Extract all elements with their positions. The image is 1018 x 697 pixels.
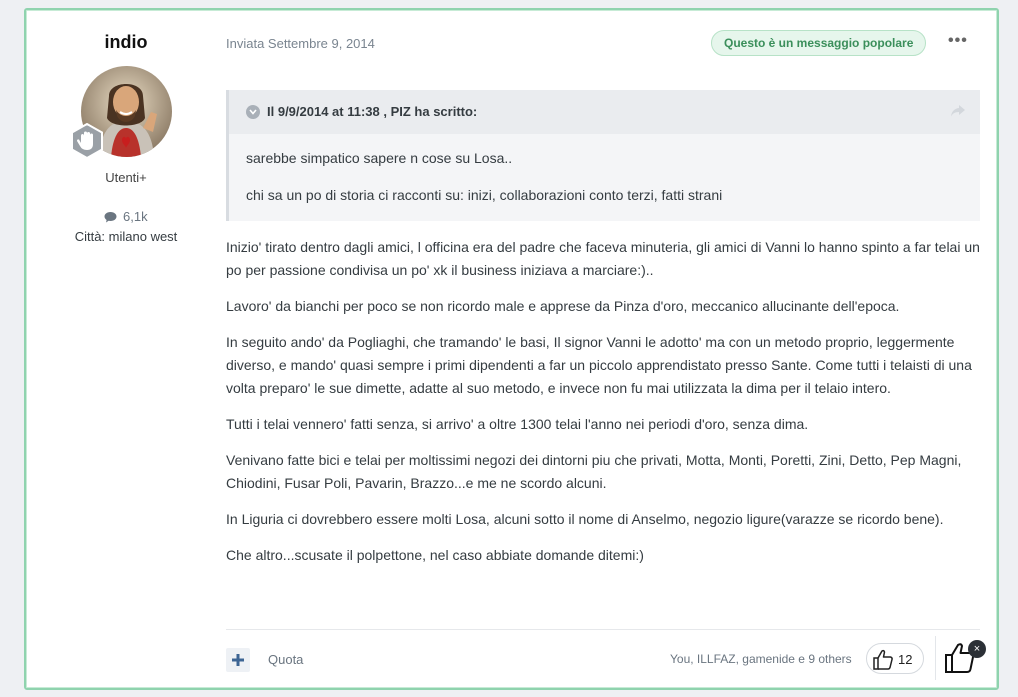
rank-badge-icon [69,122,105,160]
thumbs-up-icon [873,649,893,670]
post-paragraph: Tutti i telai vennero' fatti senza, si a… [226,416,809,432]
quote-header: Il 9/9/2014 at 11:38 , PIZ ha scritto: [229,90,980,134]
post-paragraph: Lavoro' da bianchi per poco se non ricor… [226,298,900,314]
forum-post: indio Utenti+ 6,1k Città: milano west In… [24,8,999,690]
post-paragraph: Venivano fatte bici e telai per moltissi… [226,452,962,491]
quote-button[interactable]: Quota [268,652,303,667]
quote-paragraph: sarebbe simpatico sapere n cose su Losa.… [246,150,513,166]
multiquote-button[interactable] [226,648,250,672]
post-paragraph: Inizio' tirato dentro dagli amici, l off… [226,239,980,278]
popular-badge: Questo è un messaggio popolare [711,30,927,56]
post-paragraph: In seguito ando' da Pogliaghi, che trama… [226,334,972,396]
share-arrow-icon[interactable] [950,104,966,118]
reactors-list[interactable]: You, ILLFAZ, gamenide e 9 others [670,652,852,666]
reaction-divider [935,636,936,680]
footer-divider [226,629,980,630]
author-name[interactable]: indio [26,32,226,53]
post-paragraph: In Liguria ci dovrebbero essere molti Lo… [226,511,944,527]
quote-paragraph: chi sa un po di storia ci racconti su: i… [246,187,723,203]
reaction-count: 12 [898,652,913,667]
more-options-button[interactable]: ••• [948,32,972,52]
quote-block: Il 9/9/2014 at 11:38 , PIZ ha scritto: s… [226,90,980,221]
author-city: Città: milano west [74,229,178,244]
user-group: Utenti+ [105,170,147,185]
plus-icon [232,654,244,666]
post-count: 6,1k [26,209,226,224]
remove-reaction-button[interactable]: × [968,640,986,658]
quote-citation: Il 9/9/2014 at 11:38 , PIZ ha scritto: [267,104,478,119]
post-date[interactable]: Inviata Settembre 9, 2014 [226,36,375,51]
comment-icon [104,212,117,223]
collapse-toggle-icon[interactable] [246,105,260,119]
post-count-value: 6,1k [123,209,148,224]
post-paragraph: Che altro...scusate il polpettone, nel c… [226,547,644,563]
reaction-summary[interactable]: 12 [866,643,924,674]
post-body: Inizio' tirato dentro dagli amici, l off… [226,236,982,580]
